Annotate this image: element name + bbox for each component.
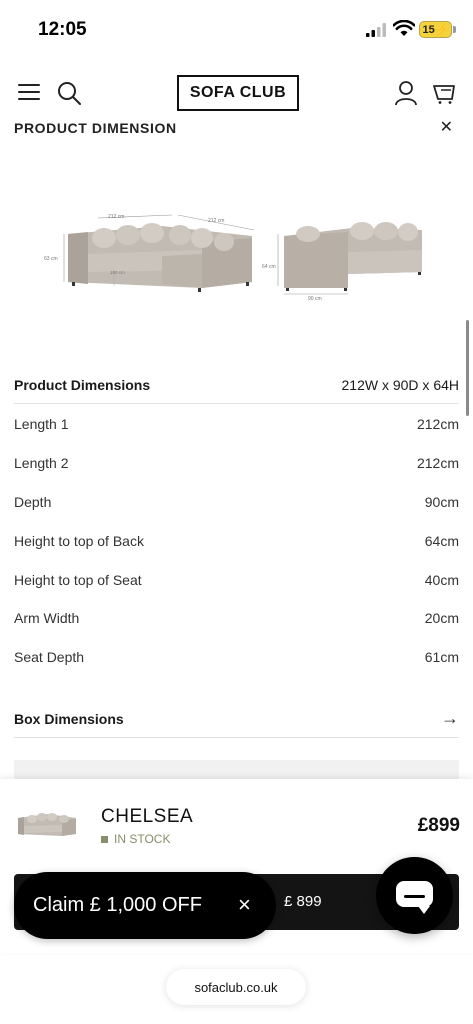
dimension-label: Arm Width [14,610,80,626]
dimension-label: Height to top of Seat [14,572,142,588]
status-time: 12:05 [38,19,87,40]
account-icon[interactable] [394,80,418,106]
battery-tip [453,26,456,33]
dimension-row: Depth 90cm [14,494,459,524]
dimension-value: 64cm [424,533,459,549]
dimension-row: Length 2 212cm [14,455,459,485]
dimension-value: 40cm [424,572,459,588]
browser-url-bar[interactable]: sofaclub.co.uk [166,969,306,1005]
dimension-value: 20cm [424,610,459,626]
collapse-icon[interactable]: ✕ [440,117,453,134]
stock-indicator-icon [101,835,108,843]
box-dimensions-label: Box Dimensions [14,711,124,727]
product-thumbnail [18,813,76,836]
wifi-icon [393,20,415,36]
cart-icon[interactable] [432,81,456,105]
product-dimensions-label: Product Dimensions [14,377,151,393]
product-name: CHELSEA [101,806,194,827]
dimension-row: Arm Width 20cm [14,610,459,640]
search-icon[interactable] [56,80,82,106]
charging-bolt-icon: ⚡ [434,24,449,36]
add-to-basket-text: £ 899 [284,893,322,910]
stock-status: IN STOCK [101,832,170,846]
dimension-value: 212cm [416,455,459,471]
dim-label-height-right: 64 cm [262,264,276,270]
dim-label-length2: 212 cm [208,218,224,224]
dimension-label: Height to top of Back [14,533,144,549]
dimension-row: Seat Depth 61cm [14,649,459,679]
sofa-corner-diagram: 212 cm 212 cm 63 cm 150 cm [44,214,255,292]
dim-label-inner: 150 cm [110,270,125,275]
dimension-row: Height to top of Back 64cm [14,533,459,563]
status-bar: 12:05 15 ⚡ [0,0,473,58]
sofa-club-logo[interactable]: SOFA CLUB [177,75,299,111]
claim-offer-text: Claim £ 1,000 OFF [33,894,202,916]
page-scrollbar[interactable] [466,320,469,416]
box-dimensions-link[interactable]: Box Dimensions → [14,708,459,738]
dim-label-depth: 90 cm [308,296,322,302]
dimension-label: Depth [14,494,52,510]
battery-indicator: 15 ⚡ [419,21,452,38]
battery-level: 15 [422,23,435,36]
sofa-side-diagram: 64 cm 90 cm [262,222,422,302]
dimension-value: 61cm [424,649,459,665]
arrow-right-icon: → [441,708,459,728]
cellular-signal-icon [366,23,386,37]
content-placeholder [14,760,459,780]
dim-label-length1: 212 cm [108,214,124,220]
dimension-value: 212cm [416,416,459,432]
close-icon[interactable]: × [238,892,251,918]
product-dimensions-value: 212W x 90D x 64H [341,377,460,393]
chat-bubble-icon [396,881,433,914]
product-dimension-heading[interactable]: PRODUCT DIMENSION ✕ [14,112,459,134]
product-dimensions-header: Product Dimensions 212W x 90D x 64H [14,372,459,404]
dim-label-height-left: 63 cm [44,256,58,262]
dimension-label: Length 1 [14,416,69,432]
product-price: £899 [417,815,460,836]
claim-offer-pill[interactable]: Claim £ 1,000 OFF × [14,872,276,939]
section-heading-text: PRODUCT DIMENSION [14,120,177,134]
hamburger-menu-icon[interactable] [18,84,40,102]
dimension-label: Length 2 [14,455,69,471]
chat-button[interactable] [376,857,453,934]
dimension-value: 90cm [424,494,459,510]
stock-text: IN STOCK [114,832,171,846]
dimension-row: Length 1 212cm [14,416,459,446]
dimension-row: Height to top of Seat 40cm [14,572,459,602]
dimension-label: Seat Depth [14,649,85,665]
